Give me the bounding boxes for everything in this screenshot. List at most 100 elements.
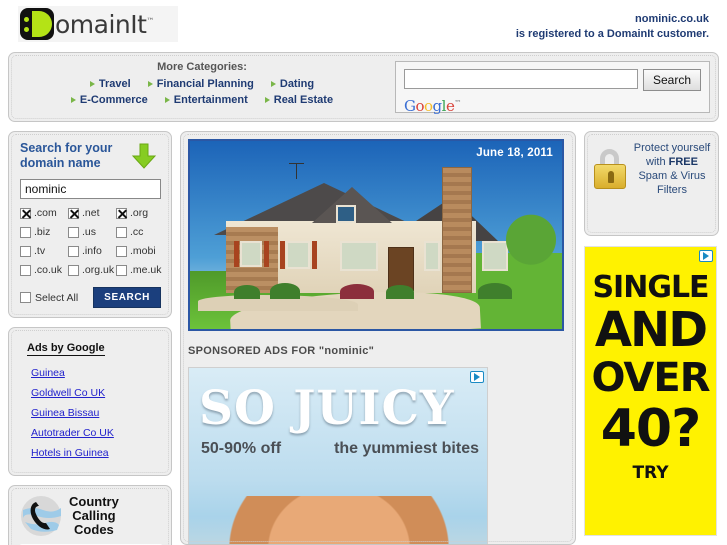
spam-line-3: Spam & Virus <box>638 170 706 182</box>
list-item: Hotels in Guinea <box>31 443 161 461</box>
photo-bush <box>386 285 414 299</box>
tld-option-net[interactable]: .net <box>68 207 116 219</box>
photo-shutter <box>312 241 317 269</box>
tld-option-biz[interactable]: .biz <box>20 226 68 238</box>
google-search-input[interactable] <box>404 69 638 89</box>
dating-ad-line-3: OVER <box>591 355 710 401</box>
tld-checkbox-grid: .com .net .org .biz .us .cc .tv .info .m… <box>20 207 164 276</box>
tld-option-co-uk[interactable]: .co.uk <box>20 264 68 276</box>
left-sidebar: Search for your domain name .com .net .o… <box>8 131 172 545</box>
house-photo: June 18, 2011 <box>188 139 564 331</box>
globe-phone-icon <box>21 496 61 536</box>
photo-window <box>286 241 310 269</box>
ad-link-autotrader-co-uk[interactable]: Autotrader Co UK <box>31 427 114 439</box>
main-column: June 18, 2011 SPONSORED ADS FOR "nominic… <box>180 131 576 545</box>
category-link-e-commerce[interactable]: E-Commerce <box>70 94 148 106</box>
categories-row-1: Travel Financial Planning Dating <box>89 78 314 90</box>
checkbox-me-uk[interactable] <box>116 264 127 276</box>
adchoices-icon[interactable] <box>699 250 713 262</box>
ad-link-goldwell-co-uk[interactable]: Goldwell Co UK <box>31 387 105 399</box>
ad-link-guinea[interactable]: Guinea <box>31 367 65 379</box>
registered-text: is registered to a DomainIt customer. <box>515 28 709 40</box>
checkbox-org-uk[interactable] <box>68 264 79 276</box>
domain-search-title: Search for your domain name <box>20 141 113 170</box>
page-root: omainIt™ nominic.co.uk is registered to … <box>0 0 727 545</box>
checkbox-tv[interactable] <box>20 245 31 257</box>
photo-window <box>336 205 356 223</box>
categories-list: More Categories: Travel Financial Planni… <box>9 53 395 121</box>
adchoices-icon[interactable] <box>470 371 484 383</box>
spam-filter-text: Protect yourself with FREE Spam & Virus … <box>632 141 712 197</box>
tld-option-me-uk[interactable]: .me.uk <box>116 264 164 276</box>
checkbox-com[interactable] <box>20 207 31 219</box>
categories-row-2: E-Commerce Entertainment Real Estate <box>70 94 333 106</box>
tld-option-mobi[interactable]: .mobi <box>116 245 164 257</box>
tld-option-com[interactable]: .com <box>20 207 68 219</box>
checkbox-net[interactable] <box>68 207 79 219</box>
select-all-option[interactable]: Select All <box>20 292 78 304</box>
spam-line-4: Filters <box>657 184 687 196</box>
list-item: Goldwell Co UK <box>31 383 161 401</box>
tld-option-tv[interactable]: .tv <box>20 245 68 257</box>
checkbox-us[interactable] <box>68 226 79 238</box>
category-link-entertainment[interactable]: Entertainment <box>164 94 248 106</box>
photo-window <box>482 241 508 271</box>
dating-ad-line-2: AND <box>594 302 708 358</box>
padlock-icon <box>593 149 627 189</box>
dating-ad-line-5: TRY <box>632 463 669 483</box>
photo-shutter <box>264 241 269 267</box>
list-item: Guinea Bissau <box>31 403 161 421</box>
registered-domain: nominic.co.uk <box>635 13 709 25</box>
domain-search-button[interactable]: SEARCH <box>93 287 161 308</box>
domain-search-input[interactable] <box>20 179 161 199</box>
checkbox-biz[interactable] <box>20 226 31 238</box>
checkbox-org[interactable] <box>116 207 127 219</box>
juicy-ad-title: SO JUICY <box>199 381 455 436</box>
category-link-travel[interactable]: Travel <box>89 78 131 90</box>
logo-trademark: ™ <box>146 16 154 26</box>
spam-filter-promo[interactable]: Protect yourself with FREE Spam & Virus … <box>584 131 719 236</box>
ad-link-hotels-in-guinea[interactable]: Hotels in Guinea <box>31 447 109 459</box>
photo-window <box>424 241 440 271</box>
dating-ad-text: SINGLE AND OVER 40? TRY <box>585 270 716 484</box>
checkbox-select-all[interactable] <box>20 292 31 303</box>
dating-ad-line-1: SINGLE <box>592 270 709 305</box>
checkbox-cc[interactable] <box>116 226 127 238</box>
dating-banner-ad[interactable]: SINGLE AND OVER 40? TRY <box>584 246 717 536</box>
arrow-bullet-icon <box>164 97 170 103</box>
juicy-ad-discount: 50-90% off <box>201 440 282 457</box>
right-sidebar: Protect yourself with FREE Spam & Virus … <box>584 131 719 545</box>
category-link-financial-planning[interactable]: Financial Planning <box>147 78 254 90</box>
photo-antenna <box>289 163 304 179</box>
arrow-bullet-icon <box>89 81 95 87</box>
checkbox-co-uk[interactable] <box>20 264 31 276</box>
domain-search-panel: Search for your domain name .com .net .o… <box>8 131 172 318</box>
photo-date-label: June 18, 2011 <box>476 147 553 159</box>
arrow-bullet-icon <box>264 97 270 103</box>
google-search-button[interactable]: Search <box>642 69 701 91</box>
tld-option-us[interactable]: .us <box>68 226 116 238</box>
photo-shutter <box>234 241 239 267</box>
category-link-dating[interactable]: Dating <box>270 78 314 90</box>
checkbox-info[interactable] <box>68 245 79 257</box>
juicy-banner-ad[interactable]: SO JUICY 50-90% off the yummiest bites <box>188 367 488 544</box>
juicy-ad-tagline: the yummiest bites <box>334 440 479 457</box>
domainit-logo[interactable]: omainIt™ <box>18 6 178 42</box>
country-calling-codes-panel[interactable]: Country Calling Codes <box>8 485 172 545</box>
tld-option-cc[interactable]: .cc <box>116 226 164 238</box>
arrow-bullet-icon <box>147 81 153 87</box>
photo-shutter <box>280 241 285 269</box>
category-link-real-estate[interactable]: Real Estate <box>264 94 333 106</box>
tld-option-org-uk[interactable]: .org.uk <box>68 264 116 276</box>
spam-line-2: with FREE <box>646 156 698 168</box>
tld-option-info[interactable]: .info <box>68 245 116 257</box>
photo-window <box>240 241 262 267</box>
categories-bar: More Categories: Travel Financial Planni… <box>8 52 719 122</box>
checkbox-mobi[interactable] <box>116 245 127 257</box>
ad-link-guinea-bissau[interactable]: Guinea Bissau <box>31 407 99 419</box>
arrow-bullet-icon <box>270 81 276 87</box>
spam-line-1: Protect yourself <box>633 142 711 154</box>
photo-chimney <box>442 167 472 293</box>
tld-option-org[interactable]: .org <box>116 207 164 219</box>
photo-window <box>340 241 378 271</box>
